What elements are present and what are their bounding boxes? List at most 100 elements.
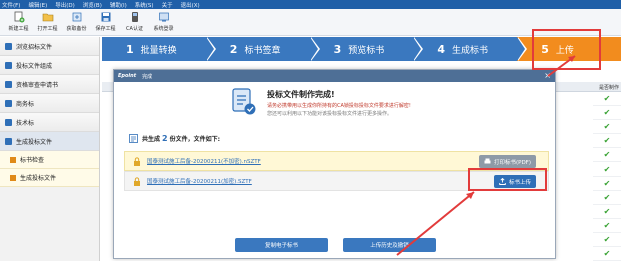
step-batch-convert[interactable]: 1 批量转换: [102, 37, 216, 61]
check-icon: ✔: [593, 134, 621, 149]
ca-cert-button[interactable]: CA认证: [120, 9, 149, 35]
copy-electronic-bid-button[interactable]: 复制电子标书: [235, 238, 328, 252]
check-icon: ✔: [593, 106, 621, 121]
dialog-title: 完成: [142, 73, 153, 80]
file-summary: 共生成 2 份文件，文件如下:: [129, 134, 220, 143]
backup-icon: [71, 11, 83, 23]
lock-icon: [133, 176, 141, 186]
upload-button-highlight: [468, 168, 547, 191]
dialog-header: 投标文件制作完成! 请务必携带用以生成你所持有的CA锁投标投标文件要求进行解密!…: [231, 87, 551, 127]
step-label: 批量转换: [140, 45, 177, 56]
completion-dialog: Epoint 完成 × 投标文件制作完成! 请务必携带用以生成你所持有的CA锁投…: [113, 69, 556, 259]
new-project-icon: [13, 11, 25, 23]
dialog-info-text: 您还可以利用以下功能对该投标投标文件进行更多操作。: [267, 111, 393, 117]
ca-cert-icon: [129, 11, 141, 23]
open-project-label: 打开工程: [37, 26, 58, 32]
new-project-button[interactable]: 新建工程: [4, 9, 33, 35]
sidebar-subitem-label: 生成投标文件: [20, 175, 57, 182]
doc-icon: [5, 42, 12, 50]
step-label: 标书签章: [244, 45, 281, 56]
sidebar-item-generate-bid[interactable]: 生成投标文件: [0, 132, 99, 151]
dialog-title-bar: Epoint 完成: [114, 70, 555, 82]
check-icon: ✔: [593, 92, 621, 107]
step-number: 1: [126, 42, 134, 56]
doc-icon: [5, 80, 12, 88]
check-icon: ✔: [593, 120, 621, 135]
sidebar-item-label: 技术标: [16, 119, 35, 127]
menu-edit[interactable]: 编辑(E): [28, 1, 47, 9]
check-icon: ✔: [593, 177, 621, 191]
sidebar-subitem-generate-bid[interactable]: 生成投标文件: [0, 169, 99, 187]
check-column: ✔ ✔ ✔ ✔ ✔ ✔ ✔ ✔ ✔ ✔ ✔ ✔: [593, 92, 621, 261]
list-icon: [129, 134, 138, 143]
column-header-made: 是否制作: [598, 85, 619, 91]
menu-file[interactable]: 文件(F): [2, 1, 20, 9]
menu-about[interactable]: 关于: [162, 1, 173, 9]
sidebar-item-qualification[interactable]: 资格审查申请书: [0, 75, 99, 94]
summary-prefix: 共生成: [142, 136, 161, 143]
sidebar-subitem-label: 标书检查: [20, 157, 45, 164]
step-preview[interactable]: 3 预览标书: [309, 37, 424, 61]
sidebar-item-label: 投标文件组成: [16, 62, 53, 70]
menu-export[interactable]: 导出(D): [55, 1, 75, 9]
step-generate[interactable]: 4 生成标书: [413, 37, 527, 61]
new-project-label: 新建工程: [8, 26, 29, 32]
check-doc-icon: [10, 156, 16, 163]
menu-assist[interactable]: 辅助(I): [110, 1, 127, 9]
file-link[interactable]: 国泰测试施工后备-20200211(不加密).nSZTF: [147, 157, 261, 165]
generate-doc-icon: [10, 174, 16, 181]
doc-icon: [5, 118, 12, 126]
dialog-warning-text: 请务必携带用以生成你所持有的CA锁投标投标文件要求进行解密!: [267, 103, 411, 109]
menu-exit[interactable]: 退出(X): [181, 1, 200, 9]
login-label: 系统登录: [153, 26, 174, 32]
sidebar-item-label: 资格审查申请书: [16, 81, 59, 89]
save-label: 保存工程: [95, 26, 116, 32]
check-icon: ✔: [593, 162, 621, 177]
check-icon: ✔: [593, 233, 621, 248]
epoint-logo: Epoint: [118, 73, 137, 79]
check-icon: ✔: [593, 247, 621, 261]
doc-icon: [5, 61, 12, 69]
open-project-icon: [42, 11, 54, 23]
sidebar-item-bid-composition[interactable]: 投标文件组成: [0, 56, 99, 75]
sidebar: 浏览招标文件 投标文件组成 资格审查申请书 商务标 技术标 生成投标文件 标书检…: [0, 37, 100, 261]
step-signature[interactable]: 2 标书签章: [205, 37, 320, 61]
upload-history-button[interactable]: 上传历史及撤销: [343, 238, 436, 252]
sidebar-item-label: 生成投标文件: [16, 138, 53, 146]
sidebar-item-technical[interactable]: 技术标: [0, 113, 99, 132]
check-icon: ✔: [593, 219, 621, 233]
check-icon: ✔: [593, 205, 621, 219]
check-icon: ✔: [593, 148, 621, 163]
lock-icon: [133, 156, 141, 166]
menu-browse[interactable]: 浏览(B): [83, 1, 102, 9]
sidebar-item-label: 商务标: [16, 100, 35, 108]
doc-icon: [5, 99, 12, 107]
summary-suffix: 份文件，文件如下:: [169, 136, 220, 143]
upload-step-highlight: [532, 29, 601, 70]
check-icon: ✔: [593, 191, 621, 205]
sidebar-subitem-bid-check[interactable]: 标书检查: [0, 151, 99, 169]
login-button[interactable]: 系统登录: [149, 9, 178, 35]
close-icon[interactable]: ×: [544, 71, 551, 80]
print-pdf-button[interactable]: 打印标书(PDF): [478, 155, 536, 168]
menu-system[interactable]: 系统(S): [135, 1, 154, 9]
save-icon: [100, 11, 112, 23]
step-number: 4: [437, 42, 446, 56]
toolbar: 新建工程 打开工程 获取备份 保存工程 CA认证 系统登录: [0, 9, 621, 36]
sidebar-item-browse-tender[interactable]: 浏览招标文件: [0, 37, 99, 56]
step-number: 2: [229, 42, 238, 56]
open-project-button[interactable]: 打开工程: [33, 9, 62, 35]
login-icon: [158, 11, 170, 23]
summary-count: 2: [162, 134, 168, 143]
sidebar-item-label: 浏览招标文件: [16, 43, 53, 51]
backup-button[interactable]: 获取备份: [62, 9, 91, 35]
ca-cert-label: CA认证: [126, 26, 143, 32]
print-pdf-label: 打印标书(PDF): [493, 159, 531, 166]
dialog-heading: 投标文件制作完成!: [267, 90, 335, 99]
file-link[interactable]: 国泰测试施工后备-20200211(加密).SZTF: [147, 177, 252, 185]
sidebar-item-commercial[interactable]: 商务标: [0, 94, 99, 113]
step-label: 生成标书: [452, 45, 489, 56]
menu-bar: 文件(F) 编辑(E) 导出(D) 浏览(B) 辅助(I) 系统(S) 关于 退…: [0, 0, 621, 9]
backup-label: 获取备份: [66, 26, 87, 32]
save-button[interactable]: 保存工程: [91, 9, 120, 35]
